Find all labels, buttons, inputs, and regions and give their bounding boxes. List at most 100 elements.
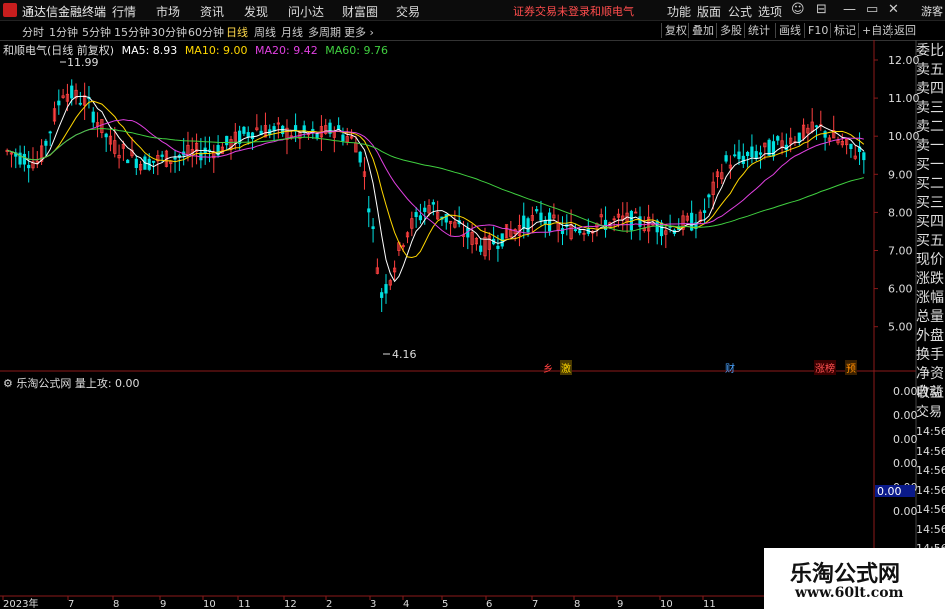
candle-body — [173, 157, 177, 160]
trade-field-1[interactable]: 交易 — [916, 403, 945, 423]
candle-body — [126, 159, 130, 164]
sub-tick-label: 0.00 — [893, 505, 918, 518]
candle-body — [547, 212, 552, 232]
event-marker-forecast[interactable]: 预 — [845, 360, 857, 375]
quote-field-4: 卖二 — [916, 119, 944, 135]
candle-body — [702, 210, 707, 213]
watermark-title: 乐淘公式网 — [790, 562, 901, 587]
candle-body — [573, 229, 578, 231]
candle-body — [418, 215, 423, 221]
ma5-line — [7, 95, 865, 283]
candle-body — [741, 155, 745, 164]
candle-body — [543, 220, 547, 224]
candle-body — [535, 209, 539, 212]
sub-current-value: 0.00 — [877, 485, 902, 498]
candle-body — [48, 131, 52, 134]
trade-field-7: 14:56 — [916, 522, 945, 536]
candle-body — [22, 153, 26, 165]
ma10-line — [7, 100, 865, 259]
candle-body — [444, 213, 448, 223]
candle-body — [733, 154, 737, 157]
quote-field-14: 总量 — [916, 309, 944, 325]
candle-body — [246, 132, 250, 138]
candle-body — [560, 228, 565, 235]
quote-field-12: 涨跌 — [916, 271, 944, 287]
event-marker-2[interactable]: 激 — [560, 360, 572, 375]
min-price-label: 4.16 — [392, 348, 417, 361]
candle-body — [311, 128, 315, 132]
candle-body — [44, 140, 48, 146]
time-tick-label: 10 — [203, 599, 216, 609]
sub-tick-label: 0.00 — [893, 433, 918, 446]
time-tick-label: 2023年 — [3, 597, 38, 609]
candle-body — [91, 111, 95, 123]
event-marker-1[interactable]: 乡 — [542, 360, 554, 375]
quote-field-3: 卖三 — [916, 100, 944, 116]
ma5-label: MA5: 8.93 — [121, 44, 178, 57]
candle-body — [758, 152, 763, 155]
candle-body — [70, 85, 74, 99]
moving-average-lines — [7, 95, 865, 283]
price-axis: 12.00 11.00 10.00 9.00 8.00 7.00 6.00 5.00 — [874, 54, 920, 334]
candle-body — [384, 284, 388, 294]
candle-body — [242, 126, 246, 134]
sub-legend: ⚙ 乐淘公式网 量上攻: 0.00 — [3, 377, 140, 390]
time-tick-label: 5 — [442, 599, 448, 609]
max-price-label: 11.99 — [67, 56, 99, 69]
quote-field-9: 买四 — [916, 214, 944, 230]
candle-body — [78, 102, 82, 105]
candle-body — [134, 158, 138, 168]
candle-body — [423, 207, 427, 212]
kline-chart[interactable]: 12.00 11.00 10.00 9.00 8.00 7.00 6.00 5.00 0.00… — [0, 0, 945, 609]
quote-field-10: 买五 — [916, 233, 944, 249]
quote-field-0: 委比 — [916, 43, 944, 59]
candle-body — [358, 151, 362, 163]
candle-body — [57, 100, 61, 106]
candle-body — [522, 215, 526, 229]
trade-field-6: 14:56 — [916, 503, 945, 516]
sub-axis: 0.000.000.000.000.000.00 — [893, 385, 918, 518]
time-tick-label: 2 — [326, 599, 332, 609]
quote-field-8: 买三 — [916, 195, 944, 211]
main-legend: 和顺电气(日线 前复权) MA5: 8.93 MA10: 9.00 MA20: … — [3, 42, 392, 58]
sub-tick-label: 0.00 — [893, 409, 918, 422]
time-tick-label: 7 — [68, 599, 74, 609]
trade-field-0[interactable]: 自动 — [916, 383, 945, 403]
candle-body — [750, 146, 754, 158]
quote-field-11: 现价 — [916, 252, 944, 268]
candle-body — [724, 155, 728, 162]
candle-body — [151, 160, 156, 163]
price-tick-label: 10.00 — [888, 130, 920, 143]
candle-body — [707, 194, 711, 198]
candle-body — [659, 222, 664, 237]
candle-body — [849, 143, 853, 150]
candle-body — [797, 132, 801, 143]
candle-body — [496, 245, 500, 249]
candle-body — [526, 218, 530, 233]
time-tick-label: 7 — [532, 599, 538, 609]
candle-body — [341, 134, 345, 142]
sub-legend-label: 乐淘公式网 量上攻: 0.00 — [16, 377, 140, 390]
time-tick-label: 6 — [486, 599, 492, 609]
event-marker-rank[interactable]: 涨榜 — [814, 360, 836, 375]
time-axis: 2023年 7 8 9 10 11 12 2 3 4 5 6 7 8 9 10 11 — [2, 596, 716, 609]
time-tick-label: 4 — [403, 599, 409, 609]
time-tick-label: 3 — [370, 599, 376, 609]
candle-body — [225, 135, 229, 146]
trade-field-4: 14:56 — [916, 464, 945, 477]
quote-field-16: 换手 — [916, 347, 944, 363]
event-marker-finance[interactable]: 财 — [724, 360, 736, 375]
sub-tick-label: 0.00 — [893, 385, 918, 398]
candle-body — [754, 151, 758, 159]
candle-body — [737, 151, 741, 160]
candle-body — [104, 133, 108, 138]
candle-body — [539, 212, 543, 221]
candle-body — [862, 152, 866, 161]
time-tick-label: 8 — [113, 599, 119, 609]
ma60-label: MA60: 9.76 — [325, 44, 388, 57]
quote-field-5: 卖一 — [916, 138, 944, 154]
candle-body — [776, 136, 780, 141]
candle-body — [367, 208, 371, 213]
candlestick-series — [5, 79, 866, 313]
time-tick-label: 8 — [574, 599, 580, 609]
